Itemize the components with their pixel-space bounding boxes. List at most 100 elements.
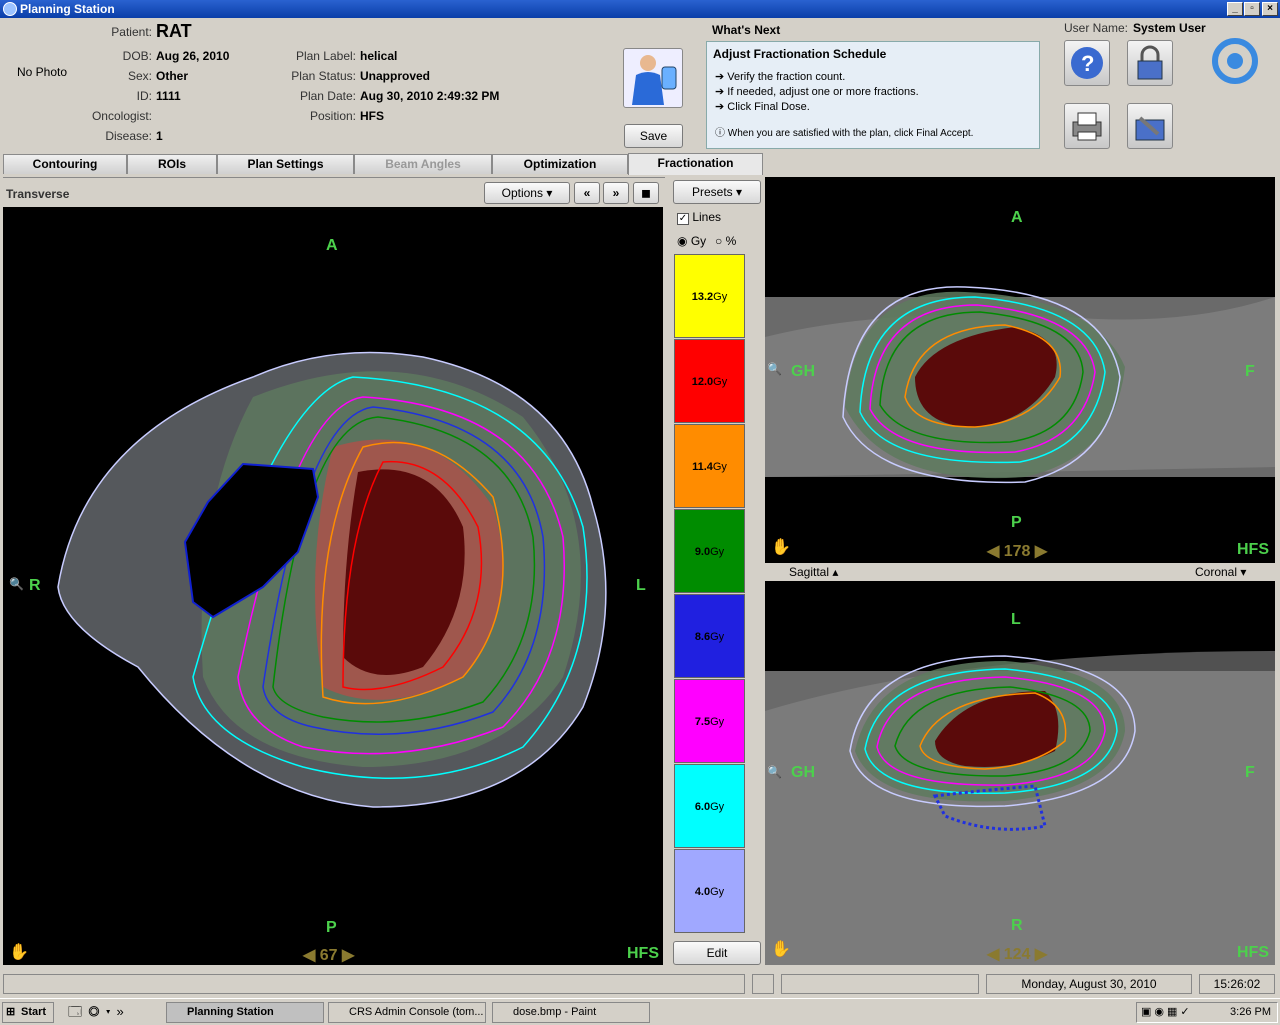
dose-level-row[interactable]: 9.0Gy bbox=[674, 509, 745, 593]
zoom-icon[interactable]: 🔍 bbox=[9, 577, 24, 591]
pan-icon[interactable]: ✋ bbox=[771, 537, 791, 557]
lines-checkbox[interactable]: ✓ Lines bbox=[677, 210, 721, 225]
slice-navigator[interactable]: ◀ 178 ▶ bbox=[987, 541, 1047, 561]
orientation-label: HFS bbox=[627, 945, 659, 962]
print-icon[interactable] bbox=[1064, 103, 1110, 149]
minimize-button[interactable]: _ bbox=[1227, 2, 1243, 16]
slice-number: 67 bbox=[319, 947, 338, 964]
tab-plan-settings[interactable]: Plan Settings bbox=[217, 154, 354, 174]
slice-navigator[interactable]: ◀ 67 ▶ bbox=[303, 945, 354, 965]
patient-label: Patient: bbox=[111, 25, 152, 39]
more-icon[interactable]: » bbox=[117, 1004, 130, 1019]
status-indicator bbox=[752, 974, 774, 994]
chevron-left-icon[interactable]: ◀ bbox=[303, 947, 320, 964]
slice-number: 124 bbox=[1003, 946, 1031, 963]
step-2: ➔ If needed, adjust one or more fraction… bbox=[715, 86, 919, 98]
next-slice-button[interactable]: » bbox=[603, 182, 629, 204]
gy-radio[interactable]: ◉ Gy bbox=[677, 234, 706, 248]
close-button[interactable]: × bbox=[1262, 2, 1278, 16]
dose-legend-panel: Presets ▾ ✓ Lines ◉ Gy ○ % 13.2Gy 12.0Gy 1… bbox=[665, 177, 765, 967]
svg-text:?: ? bbox=[1081, 51, 1094, 76]
app-icon bbox=[3, 2, 17, 16]
workflow-tabs: Contouring ROIs Plan Settings Beam Angle… bbox=[0, 153, 1280, 175]
disease-label: Disease: bbox=[105, 129, 152, 143]
chevron-right-icon[interactable]: ▶ bbox=[338, 947, 354, 964]
pan-icon[interactable]: ✋ bbox=[771, 939, 791, 959]
percent-radio[interactable]: ○ % bbox=[715, 234, 736, 248]
plan-status-label: Plan Status: bbox=[291, 69, 356, 83]
chevron-right-icon[interactable]: ▶ bbox=[1030, 946, 1047, 963]
coronal-selector[interactable]: Coronal ▾ bbox=[1195, 565, 1246, 579]
task-crs-admin-console[interactable]: CRS Admin Console (tom... bbox=[328, 1002, 486, 1023]
check-icon: ✓ bbox=[677, 213, 689, 225]
chevron-left-icon[interactable]: ◀ bbox=[987, 543, 1004, 560]
help-icon[interactable]: ? bbox=[1064, 40, 1110, 86]
dose-level-row[interactable]: 8.6Gy bbox=[674, 594, 745, 678]
tab-contouring[interactable]: Contouring bbox=[3, 154, 127, 174]
tools-icon[interactable] bbox=[1127, 103, 1173, 149]
radio-selected-icon: ◉ bbox=[677, 234, 688, 248]
task-paint[interactable]: dose.bmp - Paint bbox=[492, 1002, 650, 1023]
plan-date-value: Aug 30, 2010 2:49:32 PM bbox=[360, 89, 500, 103]
info-icon: ⓘ bbox=[715, 128, 728, 139]
view-top-label: L bbox=[1011, 611, 1021, 628]
pan-icon[interactable]: ✋ bbox=[9, 942, 29, 962]
lock-icon[interactable] bbox=[1127, 40, 1173, 86]
chevron-right-icon[interactable]: ▶ bbox=[1030, 543, 1047, 560]
tab-rois[interactable]: ROIs bbox=[127, 154, 217, 174]
chevron-down-icon: ▾ bbox=[1240, 565, 1247, 579]
presets-dropdown[interactable]: Presets ▾ bbox=[673, 180, 761, 204]
orientation-label: HFS bbox=[1237, 944, 1269, 961]
sagittal-selector[interactable]: Sagittal ▴ bbox=[789, 565, 838, 579]
user-name-label: User Name: bbox=[1064, 21, 1129, 35]
tab-optimization[interactable]: Optimization bbox=[492, 154, 628, 174]
app-shortcut-icon[interactable]: ▾ bbox=[106, 1004, 117, 1019]
previous-slice-button[interactable]: « bbox=[574, 182, 600, 204]
status-date: Monday, August 30, 2010 bbox=[986, 974, 1192, 994]
start-button[interactable]: ⊞ Start bbox=[2, 1002, 54, 1023]
dose-level-unit: Gy bbox=[710, 886, 725, 898]
quick-launch[interactable]: 🗔◎▾» bbox=[68, 1003, 130, 1025]
coronal-view[interactable]: L 🔍 GH F R ◀ 124 ▶ HFS ✋ bbox=[765, 581, 1275, 965]
view-splitter[interactable]: Sagittal ▴ Coronal ▾ bbox=[765, 563, 1275, 581]
dose-level-row[interactable]: 12.0Gy bbox=[674, 339, 745, 423]
desktop-icon[interactable]: 🗔 bbox=[68, 1004, 88, 1019]
posterior-label: P bbox=[1011, 514, 1022, 531]
dose-level-row[interactable]: 13.2Gy bbox=[674, 254, 745, 338]
task-planning-station[interactable]: Planning Station bbox=[166, 1002, 324, 1023]
guide-person-icon[interactable] bbox=[623, 48, 683, 108]
dose-level-row[interactable]: 7.5Gy bbox=[674, 679, 745, 763]
chevron-up-icon: ▴ bbox=[832, 565, 839, 579]
dose-level-row[interactable]: 4.0Gy bbox=[674, 849, 745, 933]
maximize-view-icon[interactable]: ◼ bbox=[633, 182, 659, 204]
dose-level-unit: Gy bbox=[710, 716, 725, 728]
taskbar: ⊞ Start 🗔◎▾» Planning Station CRS Admin C… bbox=[0, 998, 1280, 1024]
anterior-label: A bbox=[326, 237, 338, 254]
dose-level-row[interactable]: 6.0Gy bbox=[674, 764, 745, 848]
dose-level-value: 12.0 bbox=[691, 376, 714, 388]
sagittal-view[interactable]: A 🔍 GH F P ◀ 178 ▶ HFS ✋ bbox=[765, 177, 1275, 563]
disease-value: 1 bbox=[156, 129, 163, 143]
radio-icon: ○ bbox=[715, 234, 723, 248]
dose-level-row[interactable]: 11.4Gy bbox=[674, 424, 745, 508]
whats-next-note: ⓘ When you are satisfied with the plan, … bbox=[715, 128, 974, 139]
tab-fractionation[interactable]: Fractionation bbox=[628, 153, 763, 175]
zoom-icon[interactable]: 🔍 bbox=[767, 362, 782, 376]
slice-number: 178 bbox=[1003, 543, 1031, 560]
user-name-value: System User bbox=[1133, 21, 1206, 35]
save-button[interactable]: Save bbox=[624, 124, 683, 148]
position-value: HFS bbox=[360, 109, 384, 123]
edit-button[interactable]: Edit bbox=[673, 941, 761, 965]
dose-level-unit: Gy bbox=[713, 376, 728, 388]
tray-icons[interactable]: ▣◉▦✓ bbox=[1141, 1003, 1193, 1022]
dose-level-unit: Gy bbox=[712, 461, 727, 473]
chevron-left-icon[interactable]: ◀ bbox=[987, 946, 1004, 963]
slice-navigator[interactable]: ◀ 124 ▶ bbox=[987, 944, 1047, 964]
zoom-icon[interactable]: 🔍 bbox=[767, 765, 782, 779]
options-dropdown[interactable]: Options ▾ bbox=[484, 182, 570, 204]
window-title: Planning Station bbox=[20, 2, 115, 16]
browser-icon[interactable]: ◎ bbox=[88, 1004, 106, 1019]
status-time: 15:26:02 bbox=[1199, 974, 1275, 994]
transverse-view[interactable]: A R 🔍 L P ◀ 67 ▶ HFS ✋ bbox=[3, 207, 663, 965]
maximize-button[interactable]: ▫ bbox=[1244, 2, 1260, 16]
